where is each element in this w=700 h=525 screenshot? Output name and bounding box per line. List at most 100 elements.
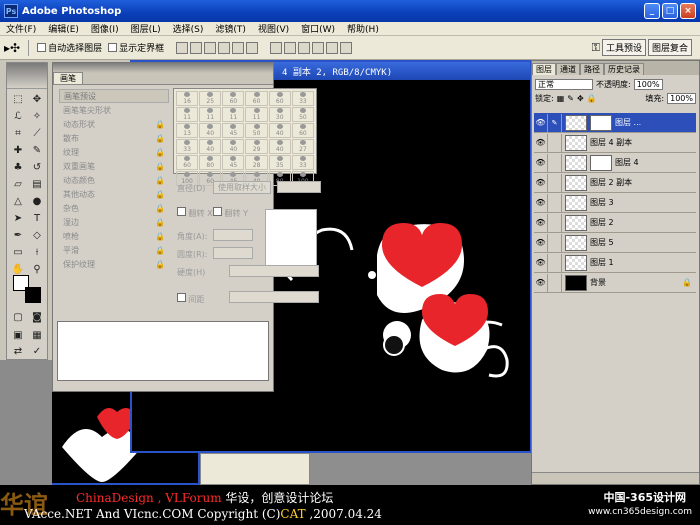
blur-tool-icon[interactable]: △ [9,193,27,209]
eyedropper-tool-icon[interactable]: ⟊ [28,244,46,260]
brush-tip[interactable]: 60 [222,91,245,106]
pen-tool-icon[interactable]: ✒ [9,227,27,243]
align-hcenter-icon[interactable] [232,41,245,54]
layer-link-icon[interactable] [548,153,562,172]
brush-tip[interactable]: 60 [268,91,291,106]
opacity-field[interactable]: 100% [633,78,663,90]
brush-tip[interactable]: 50 [291,107,314,122]
healing-brush-tool-icon[interactable]: ✚ [9,142,27,158]
brush-tip[interactable]: 60 [291,123,314,138]
layer-link-icon[interactable] [548,193,562,212]
align-bottom-icon[interactable] [204,41,217,54]
distribute-left-icon[interactable] [312,41,325,54]
spacing-label[interactable]: 间距 [177,293,205,305]
crop-tool-icon[interactable]: ⌗ [9,125,27,141]
panel-grip[interactable] [53,63,273,73]
distribute-bottom-icon[interactable] [298,41,311,54]
tab-brushes[interactable]: 画笔 [53,72,83,84]
minimize-button[interactable]: _ [644,3,660,19]
lasso-tool-icon[interactable]: ℒ [9,108,27,124]
brush-option-item[interactable]: 散布 🔒 [59,131,169,145]
dodge-tool-icon[interactable]: ● [28,193,46,209]
layer-link-icon[interactable] [548,253,562,272]
clone-stamp-tool-icon[interactable]: ♣ [9,159,27,175]
brush-tip[interactable]: 40 [268,139,291,154]
visibility-eye-icon[interactable]: 👁 [534,173,548,192]
history-brush-tool-icon[interactable]: ↺ [28,159,46,175]
gradient-tool-icon[interactable]: ▤ [28,176,46,192]
brush-tip[interactable]: 80 [199,155,222,170]
brush-option-item[interactable]: 双重画笔 🔒 [59,159,169,173]
align-top-icon[interactable] [176,41,189,54]
visibility-eye-icon[interactable]: 👁 [534,213,548,232]
move-tool-icon[interactable]: ✥ [28,91,46,107]
visibility-eye-icon[interactable]: 👁 [534,133,548,152]
brush-tip[interactable]: 13 [176,123,199,138]
lock-image-icon[interactable]: ✎ [567,94,574,103]
magic-wand-tool-icon[interactable]: ✧ [28,108,46,124]
brush-option-item[interactable]: 纹理 🔒 [59,145,169,159]
tab-channels[interactable]: 通道 [556,63,580,75]
background-color-swatch[interactable] [25,287,41,303]
layer-link-icon[interactable] [548,213,562,232]
menu-select[interactable]: 选择(S) [167,22,210,35]
use-sample-size-button[interactable]: 使用取样大小 [213,181,271,194]
brush-option-item[interactable]: 画笔笔尖形状 [59,103,169,117]
brush-tip[interactable]: 35 [268,155,291,170]
brush-tip[interactable]: 40 [268,123,291,138]
minimized-window[interactable] [200,453,310,485]
tab-layers[interactable]: 图层 [532,63,556,75]
brush-option-item[interactable]: 保护纹理 🔒 [59,257,169,271]
flip-y-checkbox[interactable] [213,207,222,216]
brush-tip[interactable]: 27 [291,139,314,154]
brush-tip[interactable]: 40 [199,139,222,154]
type-tool-icon[interactable]: T [28,210,46,226]
tab-history[interactable]: 历史记录 [604,63,644,75]
brush-option-item[interactable]: 湿边 🔒 [59,215,169,229]
screen-mode-icon[interactable]: ▣ [9,327,27,343]
brush-tip[interactable]: 16 [176,91,199,106]
distribute-top-icon[interactable] [270,41,283,54]
layer-row[interactable]: 👁 图层 5 [534,233,696,253]
quick-mask-mode-icon[interactable]: ◙ [28,309,46,325]
brush-tool-icon[interactable]: ✎ [28,142,46,158]
layer-link-icon[interactable]: ✎ [548,113,562,132]
standard-mode-icon[interactable]: ▢ [9,309,27,325]
imageready-icon[interactable]: ⇄ [9,343,27,359]
angle-field[interactable] [213,229,253,241]
layer-mask-thumbnail[interactable] [590,114,612,131]
brush-tip[interactable]: 40 [222,139,245,154]
visibility-eye-icon[interactable]: 👁 [534,153,548,172]
zoom-tool-icon[interactable]: ⚲ [28,261,46,277]
menu-view[interactable]: 视图(V) [252,22,295,35]
menu-layer[interactable]: 图层(L) [125,22,167,35]
layer-link-icon[interactable] [548,273,562,292]
layer-row[interactable]: 👁 ✎ 图层 ... [534,113,696,133]
lock-all-icon[interactable]: 🔒 [587,94,597,103]
menu-image[interactable]: 图像(I) [85,22,125,35]
brush-tip[interactable]: 30 [268,107,291,122]
tab-paths[interactable]: 路径 [580,63,604,75]
brush-angle-preview[interactable] [265,209,317,273]
layer-link-icon[interactable] [548,173,562,192]
visibility-eye-icon[interactable]: 👁 [534,233,548,252]
brush-tip[interactable]: 33 [291,91,314,106]
layer-row[interactable]: 👁 图层 2 [534,213,696,233]
menu-edit[interactable]: 编辑(E) [42,22,85,35]
align-left-icon[interactable] [218,41,231,54]
show-bounds-checkbox[interactable] [108,43,118,52]
distribute-vcenter-icon[interactable] [284,41,297,54]
lock-transparency-icon[interactable]: ▦ [557,94,565,103]
tools-palette-header[interactable] [7,63,47,89]
layer-link-icon[interactable] [548,233,562,252]
brush-option-item[interactable]: 平滑 🔒 [59,243,169,257]
roundness-field[interactable] [213,247,253,259]
menu-filter[interactable]: 滤镜(T) [209,22,252,35]
show-bounds-option[interactable]: 显示定界框 [108,41,164,54]
tool-presets-tab[interactable]: 工具预设 [601,39,646,56]
layer-link-icon[interactable] [548,133,562,152]
shape-tool-icon[interactable]: ◇ [28,227,46,243]
maximize-button[interactable]: □ [662,3,678,19]
brush-tip[interactable]: 11 [199,107,222,122]
flip-x-label[interactable]: 翻转 X [177,207,213,219]
